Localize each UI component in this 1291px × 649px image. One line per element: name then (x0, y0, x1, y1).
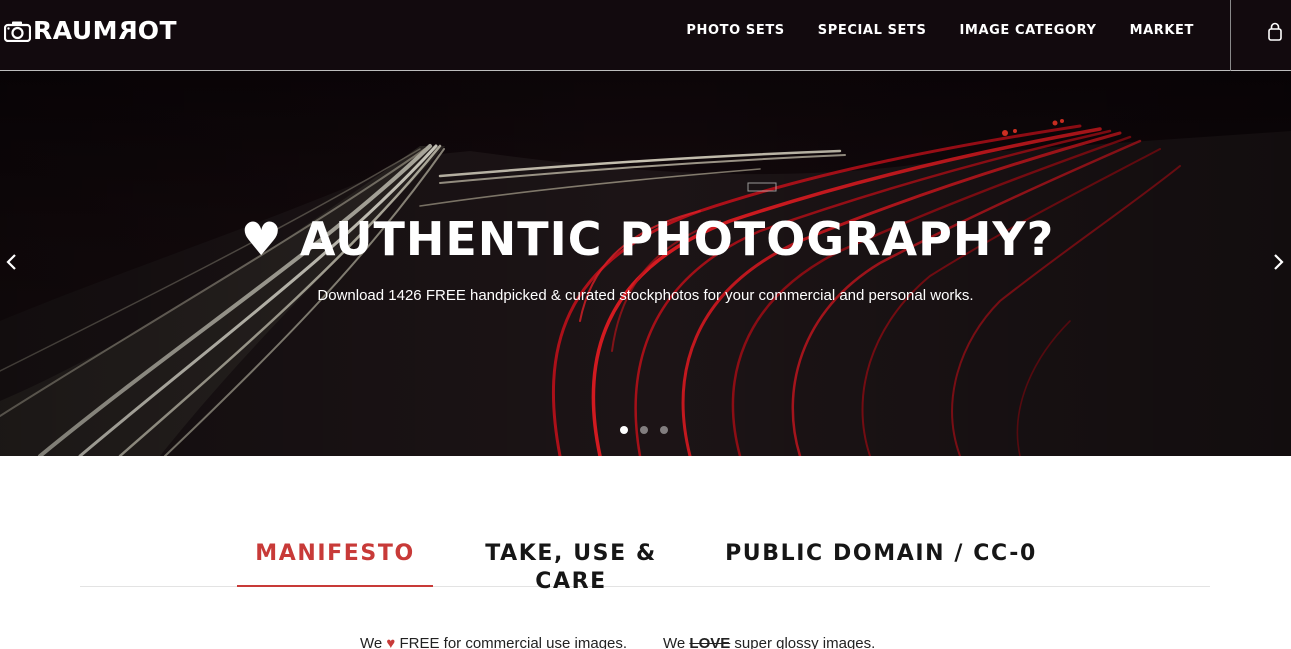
chevron-left-icon[interactable] (4, 251, 20, 273)
camera-icon (4, 21, 31, 42)
nav-special-sets[interactable]: SPECIAL SETS (818, 22, 927, 40)
manifesto-text: We (360, 635, 383, 649)
heart-icon: ♥ (386, 635, 396, 649)
site-header: RAUMROT PHOTO SETS SPECIAL SETS IMAGE CA… (0, 0, 1291, 71)
manifesto-line-2: We LOVE super glossy images. (663, 634, 875, 649)
tab-public-domain[interactable]: PUBLIC DOMAIN / CC-0 (722, 540, 1040, 587)
manifesto-text: super glossy images. (734, 635, 876, 649)
logo[interactable]: RAUMROT (4, 16, 177, 46)
nav-image-category[interactable]: IMAGE CATEGORY (959, 22, 1096, 40)
slider-dot-3[interactable] (660, 426, 668, 434)
slider-dots (620, 426, 680, 434)
slider-dot-1[interactable] (620, 426, 628, 434)
hero-title: ♥ AUTHENTIC PHOTOGRAPHY? (240, 212, 1055, 266)
hero-slider: ♥ AUTHENTIC PHOTOGRAPHY? Download 1426 F… (0, 71, 1291, 456)
chevron-right-icon[interactable] (1270, 251, 1286, 273)
tab-manifesto[interactable]: MANIFESTO (237, 540, 433, 587)
nav-divider (1230, 0, 1231, 71)
manifesto-text: FREE for commercial use images. (399, 635, 628, 649)
nav-photo-sets[interactable]: PHOTO SETS (686, 22, 784, 40)
logo-text: RAUMROT (33, 16, 178, 45)
tab-take-use-care[interactable]: TAKE, USE & CARE (448, 540, 694, 594)
nav-market[interactable]: MARKET (1130, 22, 1194, 40)
manifesto-line-1: We ♥ FREE for commercial use images. (360, 634, 627, 649)
manifesto-text: We (663, 635, 686, 649)
shopping-bag-icon[interactable] (1266, 22, 1284, 42)
main-nav: PHOTO SETS SPECIAL SETS IMAGE CATEGORY M… (653, 22, 1194, 40)
slider-dot-2[interactable] (640, 426, 648, 434)
manifesto-strikethrough: LOVE (689, 635, 731, 649)
hero-subtitle: Download 1426 FREE handpicked & curated … (317, 287, 974, 304)
